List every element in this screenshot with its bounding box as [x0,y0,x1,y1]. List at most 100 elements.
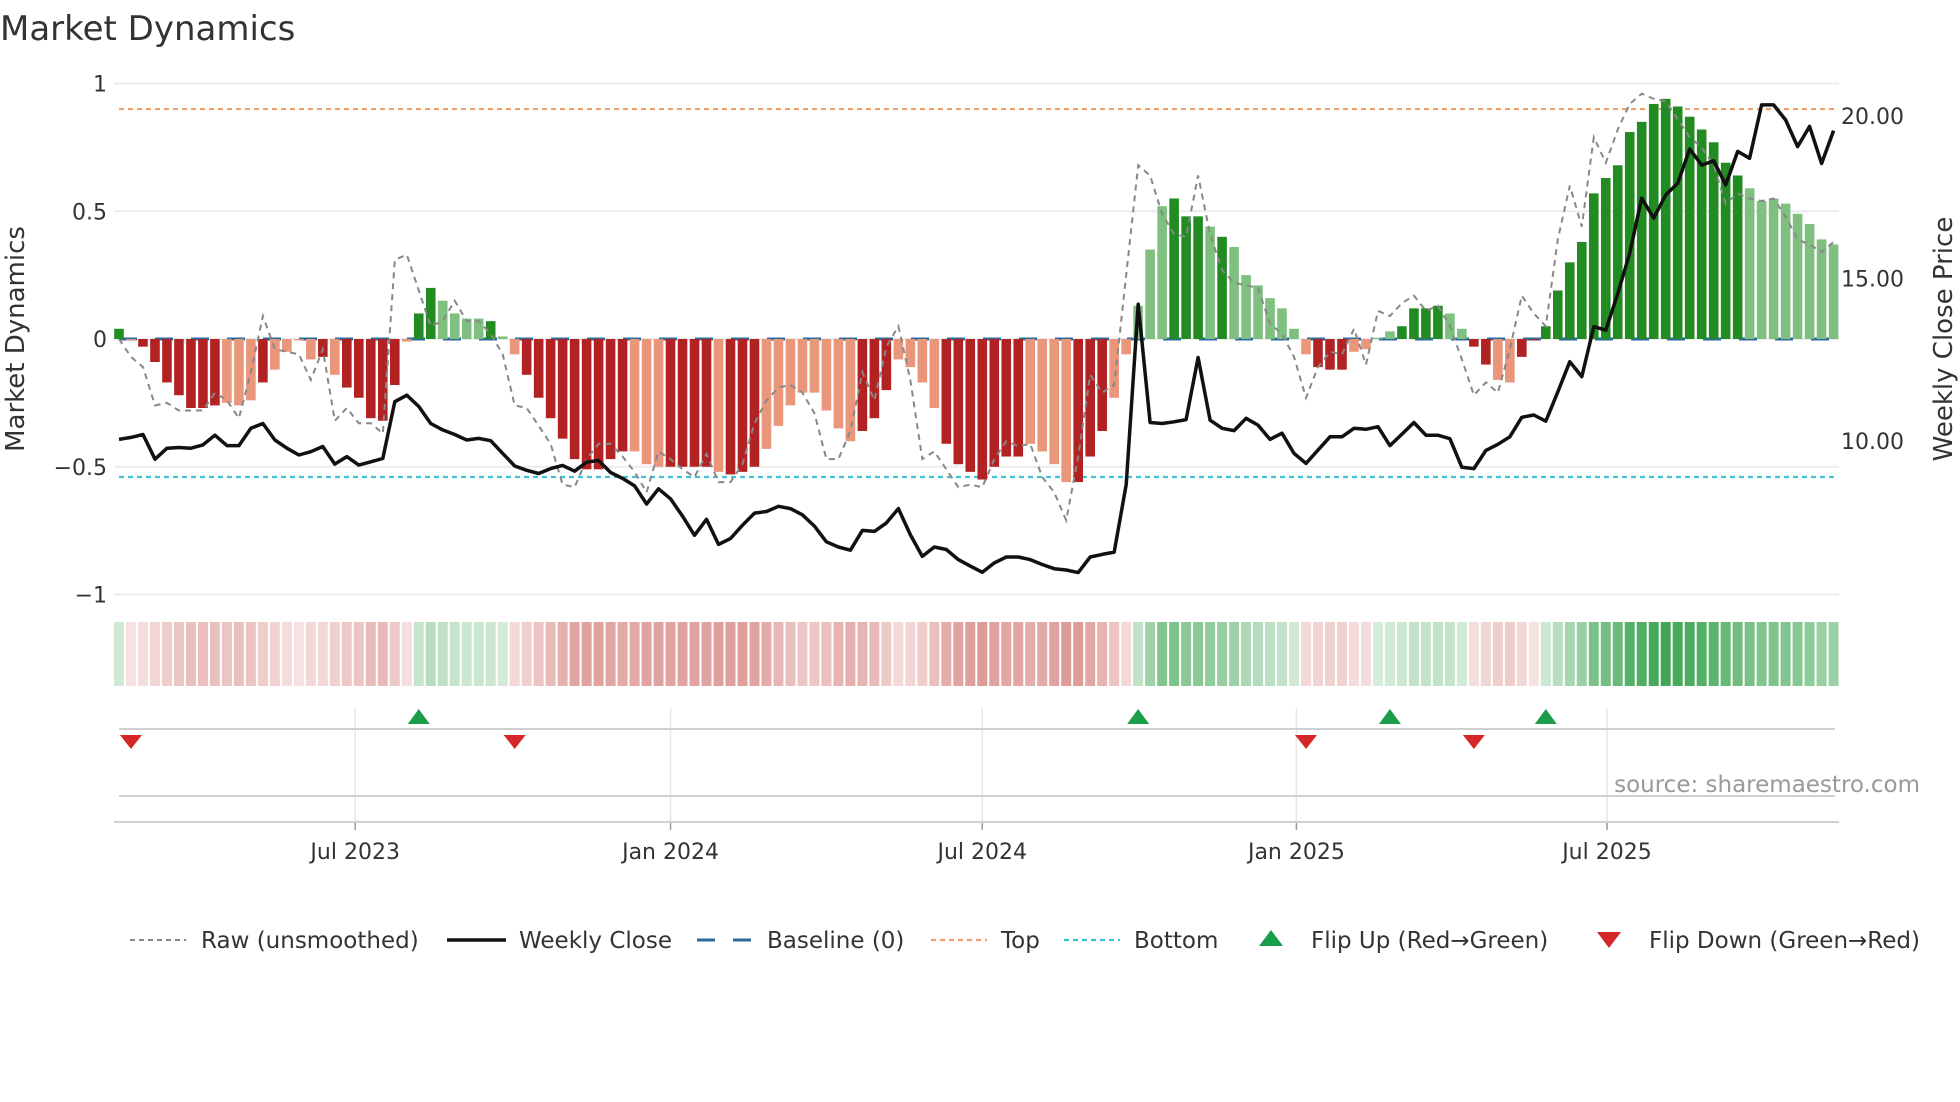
heat-strip-cell [281,622,292,686]
heat-strip-cell [305,622,316,686]
heat-strip-cell [821,622,832,686]
heat-strip-cell [941,622,952,686]
momentum-bar [1325,339,1335,370]
momentum-bar [725,339,736,475]
heat-strip-cell [893,622,904,686]
momentum-bar [1169,198,1179,339]
legend-label-flip-down: Flip Down (Green→Red) [1649,928,1920,954]
heat-strip-cell [1241,622,1252,686]
momentum-bar [593,339,604,470]
heat-strip-cell [977,622,988,686]
heat-strip-cell [629,622,640,686]
momentum-bar [641,339,652,465]
heat-strip-cell [1432,622,1443,686]
y-tick-label-left: 0 [93,328,107,353]
heat-strip-cell [437,622,448,686]
momentum-bar [126,339,136,341]
momentum-bar [306,339,316,360]
heat-strip-cell [1360,622,1371,686]
heat-strip-cell [185,622,196,686]
momentum-bar [809,339,820,393]
x-tick-label: Jul 2023 [308,840,400,865]
momentum-bar [917,339,928,383]
momentum-bars [114,98,1839,483]
heat-strip-cell [209,622,220,686]
flip-down-marker [1462,735,1485,749]
momentum-bar [1541,326,1551,339]
heat-strip-cell [1073,622,1084,686]
heat-strip-cell [1444,622,1455,686]
momentum-bar [1385,331,1395,339]
heat-strip-cell [1492,622,1503,686]
momentum-bar [1804,224,1815,339]
momentum-bar [857,339,868,431]
heat-strip-cell [341,622,352,686]
heat-strip-cell [1588,622,1599,686]
momentum-bar [1253,285,1263,339]
heat-strip-cell [377,622,388,686]
heat-strip-cell [1193,622,1204,686]
heat-strip-cell [1301,622,1312,686]
heat-strip-cell [773,622,784,686]
heat-strip-cell [1013,622,1024,686]
heat-strip-cell [689,622,700,686]
y-axis-right-label: Weekly Close Price [1929,217,1959,462]
momentum-bar [1816,239,1827,339]
momentum-bar [413,313,424,339]
momentum-bar [1588,193,1599,339]
heat-strip-cell [1001,622,1012,686]
momentum-bar [342,339,352,388]
heat-strip-cell [485,622,496,686]
momentum-bar [1636,121,1647,339]
heat-strip-cell [1037,622,1048,686]
heat-strip-cell [1097,622,1108,686]
heat-strip-cell [1660,622,1671,686]
momentum-bar [965,339,976,472]
heat-strip-cell [1396,622,1407,686]
heat-strip-cell [1768,622,1779,686]
legend-label-close: Weekly Close [519,928,672,954]
heat-strip-cell [1372,622,1383,686]
momentum-bar [1049,339,1060,465]
heat-strip-cell [521,622,532,686]
momentum-bar [1145,249,1155,339]
heat-strip-cell [1157,622,1168,686]
heat-strip-cell [545,622,556,686]
y-tick-label-left: −0.5 [54,456,107,481]
momentum-bar [270,339,280,370]
momentum-bar [929,339,940,408]
momentum-bar [1025,339,1036,444]
momentum-bar [330,339,340,375]
heat-strip-cell [1420,622,1431,686]
momentum-bar [1037,339,1048,452]
flip-up-marker [1534,709,1557,724]
momentum-bar [977,339,988,480]
flip-up-marker [1127,709,1150,724]
momentum-bar [1529,339,1539,341]
x-tick-label: Jan 2025 [1246,840,1345,865]
heat-strip-cell [401,622,412,686]
heat-strip-cell [1324,622,1335,686]
heat-strip-cell [149,622,160,686]
heat-strip-cell [1732,622,1743,686]
momentum-bar [1349,339,1359,352]
heat-strip-cell [1217,622,1228,686]
momentum-bar [941,339,952,444]
momentum-bar [845,339,856,442]
heat-strip-cell [1348,622,1359,686]
momentum-bar [701,339,712,467]
source-label: source: sharemaestro.com [1614,772,1920,798]
heat-strip-cell [869,622,880,686]
heat-strip-cell [1205,622,1216,686]
heat-strip-cell [1121,622,1132,686]
momentum-bar [1421,308,1431,339]
momentum-bar [1373,337,1383,339]
y-tick-label-left: 1 [93,73,107,98]
heat-strip-cell [881,622,892,686]
heat-strip-cell [737,622,748,686]
momentum-bar [389,339,400,385]
heat-strip-cell [1792,622,1803,686]
heat-strip-cell [701,622,712,686]
heat-strip-cell [1265,622,1276,686]
momentum-bar [1828,244,1839,339]
